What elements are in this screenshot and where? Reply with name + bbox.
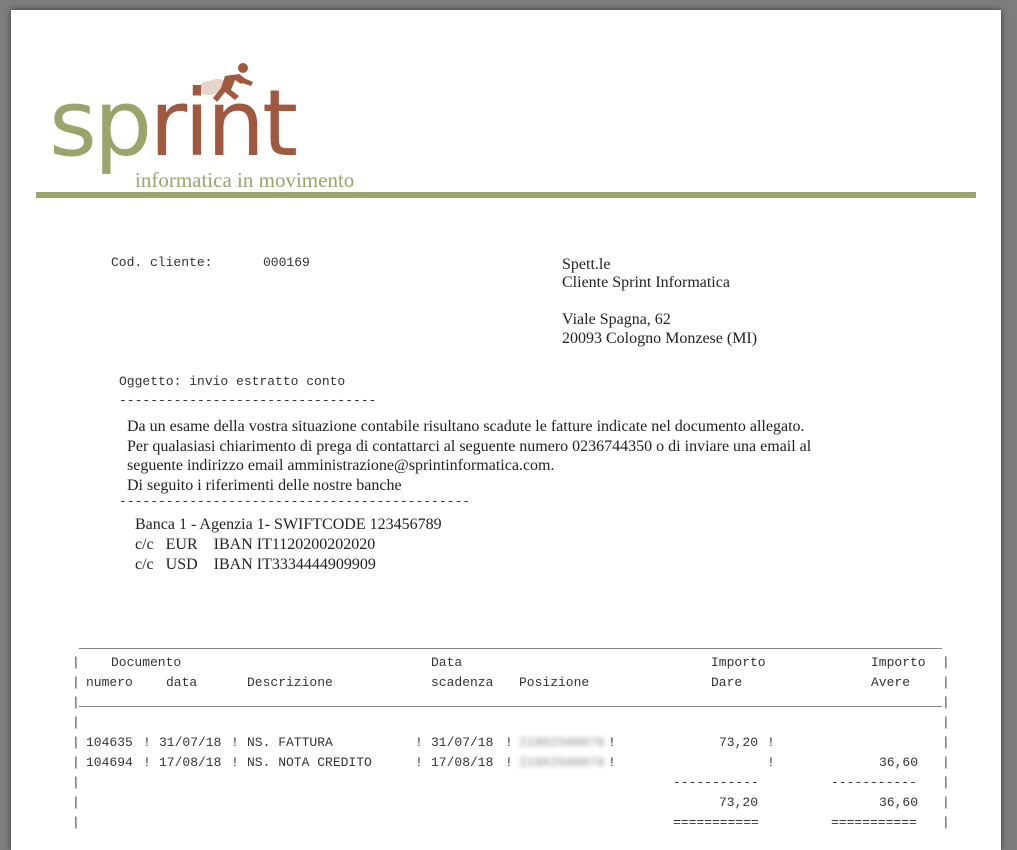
total-equals-avere: ===========	[831, 815, 917, 830]
cell-separator: !	[231, 755, 239, 770]
body-line-1: Da un esame della vostra situazione cont…	[127, 418, 805, 435]
table-left-bar: |	[72, 775, 80, 790]
table-right-bar: |	[942, 695, 950, 710]
cell-separator: !	[608, 735, 616, 750]
body-separator: ----------------------------------------…	[119, 494, 471, 509]
address-street: Viale Spagna, 62	[562, 311, 671, 328]
logo-word-rint: rint	[149, 70, 298, 177]
total-avere: 36,60	[879, 795, 919, 810]
cell-posizione: 21802500076	[519, 755, 605, 770]
cell-separator: !	[415, 755, 423, 770]
cell-separator: !	[767, 755, 775, 770]
total-equals-dare: ===========	[673, 815, 759, 830]
cell-numero: 104694	[86, 755, 133, 770]
table-left-bar: |	[72, 675, 80, 690]
subtotal-dashes-avere: -----------	[831, 775, 917, 790]
address-city: 20093 Cologno Monzese (MI)	[562, 330, 758, 347]
table-right-bar: |	[942, 795, 950, 810]
table-right-bar: |	[942, 755, 950, 770]
cell-posizione-wrap: 21802500076	[519, 735, 605, 750]
table-left-bar: |	[72, 715, 80, 730]
cell-posizione-wrap: 21802500076	[519, 755, 605, 770]
body-line-4: Di seguito i riferimenti delle nostre ba…	[127, 477, 402, 494]
header-rule	[36, 192, 976, 198]
table-right-bar: |	[942, 735, 950, 750]
table-right-bar: |	[942, 815, 950, 830]
header-importo-avere: Importo	[871, 655, 926, 670]
cell-dare: 73,20	[719, 735, 759, 750]
cell-scadenza: 31/07/18	[431, 735, 494, 750]
cell-scadenza: 17/08/18	[431, 755, 494, 770]
header-scadenza: scadenza	[431, 675, 494, 690]
header-data: data	[166, 675, 198, 690]
document-page: sprint informatica in movimento Cod. cli…	[11, 10, 1001, 850]
table-left-bar: |	[72, 695, 80, 710]
cell-descrizione: NS. FATTURA	[247, 735, 333, 750]
address-salutation: Spett.le	[562, 256, 611, 273]
cell-separator: !	[505, 755, 513, 770]
total-dare: 73,20	[719, 795, 759, 810]
logo-word-sp: sp	[49, 70, 152, 177]
table-right-bar: |	[942, 715, 950, 730]
cell-separator: !	[608, 755, 616, 770]
table-left-bar: |	[72, 735, 80, 750]
subtotal-dashes-dare: -----------	[673, 775, 759, 790]
cell-separator: !	[767, 735, 775, 750]
sprint-logo: sprint informatica in movimento	[49, 60, 409, 200]
cell-avere: 36,60	[879, 755, 919, 770]
table-left-bar: |	[72, 795, 80, 810]
header-dare: Dare	[711, 675, 743, 690]
bank-line-3: c/c USD IBAN IT3334444909909	[135, 556, 376, 573]
table-left-bar: |	[72, 655, 80, 670]
client-code-label: Cod. cliente:	[111, 255, 213, 270]
cell-posizione: 21802500076	[519, 735, 605, 750]
cell-data: 31/07/18	[159, 735, 222, 750]
bank-line-1: Banca 1 - Agenzia 1- SWIFTCODE 123456789	[135, 516, 442, 533]
header-avere: Avere	[871, 675, 911, 690]
table-header-border	[79, 706, 942, 707]
cell-numero: 104635	[86, 735, 133, 750]
address-name: Cliente Sprint Informatica	[562, 274, 730, 291]
header-importo-dare: Importo	[711, 655, 766, 670]
header-numero: numero	[86, 675, 133, 690]
header-documento: Documento	[111, 655, 182, 670]
subject-text: Oggetto: invio estratto conto	[119, 374, 346, 389]
cell-data: 17/08/18	[159, 755, 222, 770]
logo-wordmark: sprint	[49, 78, 298, 170]
table-left-bar: |	[72, 755, 80, 770]
table-right-bar: |	[942, 775, 950, 790]
cell-separator: !	[143, 755, 151, 770]
table-right-bar: |	[942, 675, 950, 690]
table-left-bar: |	[72, 815, 80, 830]
bank-line-2: c/c EUR IBAN IT1120200202020	[135, 536, 376, 553]
subject-underline: ---------------------------------	[119, 393, 377, 408]
table-top-border	[79, 648, 942, 649]
header-posizione: Posizione	[519, 675, 590, 690]
cell-separator: !	[231, 735, 239, 750]
body-line-3: seguente indirizzo email amministrazione…	[127, 457, 555, 474]
cell-descrizione: NS. NOTA CREDITO	[247, 755, 372, 770]
cell-separator: !	[415, 735, 423, 750]
logo-tagline: informatica in movimento	[135, 168, 355, 192]
cell-separator: !	[143, 735, 151, 750]
cell-separator: !	[505, 735, 513, 750]
body-line-2: Per qualasiasi chiarimento di prega di c…	[127, 438, 812, 455]
header-data-scadenza: Data	[431, 655, 463, 670]
header-descrizione: Descrizione	[247, 675, 333, 690]
table-right-bar: |	[942, 655, 950, 670]
client-code-value: 000169	[263, 255, 310, 270]
